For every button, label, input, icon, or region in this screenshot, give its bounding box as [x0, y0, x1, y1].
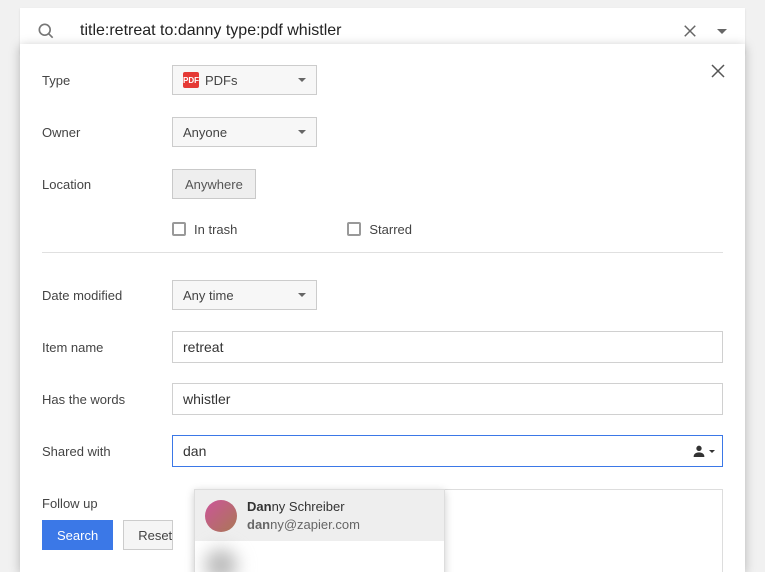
follow-up-label: Follow up — [42, 496, 172, 511]
owner-value: Anyone — [183, 125, 290, 140]
chevron-down-icon — [709, 450, 715, 453]
chevron-down-icon — [298, 293, 306, 297]
date-modified-value: Any time — [183, 288, 290, 303]
search-options-dropdown-icon[interactable] — [717, 29, 727, 34]
has-words-label: Has the words — [42, 392, 172, 407]
close-panel-icon[interactable] — [709, 62, 727, 80]
info-box: Learn more — [423, 489, 723, 572]
autocomplete-dropdown: Danny Schreiber danny@zapier.com — [194, 489, 445, 572]
type-label: Type — [42, 73, 172, 88]
person-picker-icon[interactable] — [691, 443, 715, 459]
in-trash-label: In trash — [194, 222, 237, 237]
advanced-search-panel: Type PDF PDFs Owner Anyone Location Anyw… — [20, 44, 745, 572]
search-button[interactable]: Search — [42, 520, 113, 550]
checkbox-icon — [172, 222, 186, 236]
autocomplete-item[interactable] — [195, 541, 444, 572]
date-modified-label: Date modified — [42, 288, 172, 303]
location-label: Location — [42, 177, 172, 192]
checkbox-icon — [347, 222, 361, 236]
autocomplete-text: Danny Schreiber danny@zapier.com — [247, 498, 360, 533]
in-trash-checkbox[interactable]: In trash — [172, 222, 237, 237]
button-row: Search Reset — [42, 520, 173, 550]
autocomplete-item[interactable]: Danny Schreiber danny@zapier.com — [195, 490, 444, 541]
location-button[interactable]: Anywhere — [172, 169, 256, 199]
avatar — [205, 549, 237, 572]
search-input[interactable] — [80, 22, 671, 40]
shared-with-label: Shared with — [42, 444, 172, 459]
chevron-down-icon — [298, 130, 306, 134]
starred-label: Starred — [369, 222, 412, 237]
chevron-down-icon — [298, 78, 306, 82]
type-value: PDFs — [205, 73, 290, 88]
avatar — [205, 500, 237, 532]
starred-checkbox[interactable]: Starred — [347, 222, 412, 237]
owner-dropdown[interactable]: Anyone — [172, 117, 317, 147]
item-name-input[interactable] — [172, 331, 723, 363]
reset-button[interactable]: Reset — [123, 520, 173, 550]
date-modified-dropdown[interactable]: Any time — [172, 280, 317, 310]
shared-with-input[interactable] — [172, 435, 723, 467]
owner-label: Owner — [42, 125, 172, 140]
search-icon — [36, 21, 56, 41]
type-dropdown[interactable]: PDF PDFs — [172, 65, 317, 95]
item-name-label: Item name — [42, 340, 172, 355]
has-words-input[interactable] — [172, 383, 723, 415]
clear-search-icon[interactable] — [681, 22, 699, 40]
location-value: Anywhere — [185, 177, 243, 192]
divider — [42, 252, 723, 253]
pdf-icon: PDF — [183, 72, 199, 88]
